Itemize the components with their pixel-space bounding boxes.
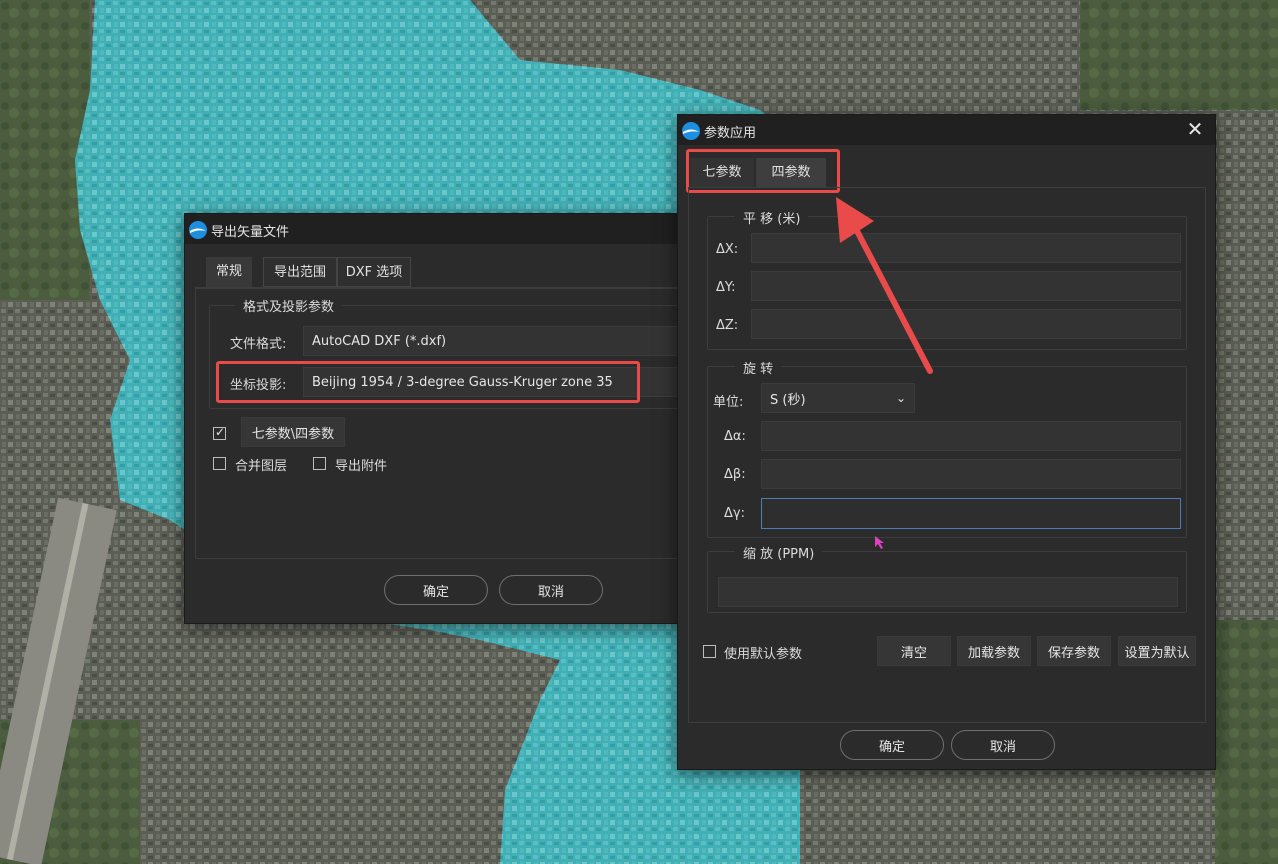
delta-gamma-input[interactable] bbox=[761, 498, 1181, 529]
delta-z-input[interactable] bbox=[751, 309, 1181, 339]
annotation-arrow-icon bbox=[836, 197, 933, 374]
export-ok-button[interactable]: 确定 bbox=[384, 575, 488, 605]
export-dialog-titlebar[interactable]: 导出矢量文件 bbox=[185, 214, 683, 244]
delta-beta-label: Δβ: bbox=[724, 467, 746, 482]
merge-layers-label: 合并图层 bbox=[235, 459, 288, 474]
tab-dxf-options[interactable]: DXF 选项 bbox=[337, 257, 411, 287]
export-attachments-label: 导出附件 bbox=[335, 459, 388, 474]
use-default-checkbox[interactable] bbox=[703, 645, 716, 658]
file-format-select[interactable]: AutoCAD DXF (*.dxf) bbox=[303, 326, 685, 356]
params-cancel-button[interactable]: 取消 bbox=[951, 730, 1055, 760]
delta-y-label: ΔY: bbox=[716, 280, 736, 295]
params-checkbox[interactable]: ✓ bbox=[213, 425, 226, 440]
unit-value: S (秒) bbox=[770, 392, 806, 408]
param-dialog-titlebar[interactable]: 参数应用 ✕ bbox=[678, 115, 1215, 145]
format-projection-group-title: 格式及投影参数 bbox=[235, 296, 343, 315]
tab-export-range[interactable]: 导出范围 bbox=[263, 257, 337, 287]
param-apply-dialog: 参数应用 ✕ 七参数 四参数 平 移 (米) ΔX: ΔY: ΔZ: 旋 转 单… bbox=[677, 114, 1216, 770]
tab-underline bbox=[195, 287, 683, 288]
app-logo-icon bbox=[682, 122, 700, 140]
params-ok-button[interactable]: 确定 bbox=[840, 730, 944, 760]
delta-alpha-input[interactable] bbox=[761, 421, 1181, 451]
chevron-down-icon: ⌄ bbox=[895, 391, 906, 405]
rotation-group-title: 旋 转 bbox=[735, 358, 782, 377]
unit-label: 单位: bbox=[713, 395, 744, 410]
scale-ppm-input[interactable] bbox=[718, 577, 1178, 607]
tab-seven-params[interactable]: 七参数 bbox=[690, 158, 754, 188]
tab-general[interactable]: 常规 bbox=[206, 257, 252, 287]
mouse-cursor-icon bbox=[875, 536, 884, 549]
tab-four-params[interactable]: 四参数 bbox=[756, 158, 826, 188]
file-format-label: 文件格式: bbox=[230, 337, 287, 352]
export-attachments-checkbox[interactable] bbox=[313, 457, 326, 470]
projection-value: Beijing 1954 / 3-degree Gauss-Kruger zon… bbox=[312, 374, 613, 390]
app-logo-icon bbox=[189, 221, 207, 239]
export-dialog-title: 导出矢量文件 bbox=[211, 225, 290, 240]
use-default-label: 使用默认参数 bbox=[724, 647, 803, 662]
projection-field[interactable]: Beijing 1954 / 3-degree Gauss-Kruger zon… bbox=[303, 367, 685, 397]
close-icon[interactable]: ✕ bbox=[1183, 118, 1207, 142]
export-vector-dialog: 导出矢量文件 常规 导出范围 DXF 选项 格式及投影参数 文件格式: Auto… bbox=[184, 213, 689, 624]
export-cancel-button[interactable]: 取消 bbox=[499, 575, 603, 605]
set-default-button[interactable]: 设置为默认 bbox=[1118, 636, 1196, 666]
delta-alpha-label: Δα: bbox=[724, 429, 746, 444]
scale-group-title: 缩 放 (PPM) bbox=[735, 543, 823, 562]
delta-z-label: ΔZ: bbox=[716, 318, 739, 333]
delta-beta-input[interactable] bbox=[761, 459, 1181, 489]
delta-gamma-label: Δγ: bbox=[724, 506, 745, 521]
delta-y-input[interactable] bbox=[751, 271, 1181, 301]
checkmark-icon: ✓ bbox=[215, 425, 226, 439]
save-params-button[interactable]: 保存参数 bbox=[1037, 636, 1111, 666]
clear-button[interactable]: 清空 bbox=[877, 636, 951, 666]
load-params-button[interactable]: 加载参数 bbox=[957, 636, 1031, 666]
delta-x-label: ΔX: bbox=[716, 242, 739, 257]
file-format-value: AutoCAD DXF (*.dxf) bbox=[312, 333, 447, 349]
delta-x-input[interactable] bbox=[751, 233, 1181, 263]
param-dialog-title: 参数应用 bbox=[704, 126, 757, 141]
projection-label: 坐标投影: bbox=[230, 378, 287, 393]
seven-four-params-button[interactable]: 七参数\四参数 bbox=[241, 417, 345, 447]
translation-group-title: 平 移 (米) bbox=[735, 208, 809, 227]
merge-layers-checkbox[interactable] bbox=[213, 457, 226, 470]
